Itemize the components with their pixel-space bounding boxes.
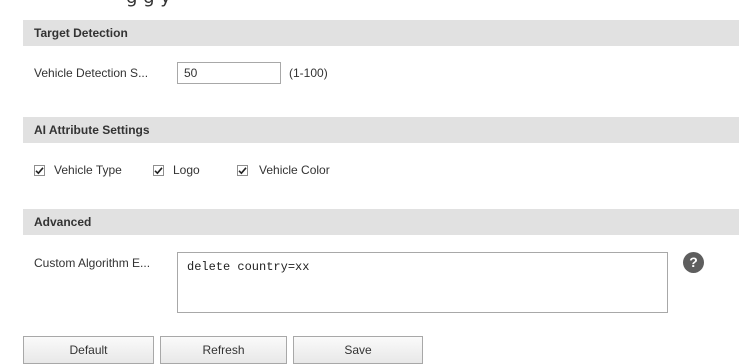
section-header-advanced: Advanced (23, 209, 739, 235)
sensitivity-range-hint: (1-100) (289, 66, 328, 80)
vehicle-color-label: Vehicle Color (259, 163, 330, 177)
vehicle-color-checkbox[interactable]: Vehicle Color (237, 163, 330, 177)
checkbox-checked-icon[interactable] (34, 164, 45, 176)
question-circle-icon[interactable]: ? (683, 252, 704, 273)
custom-algorithm-textarea[interactable]: delete country=xx (177, 252, 668, 313)
logo-label: Logo (173, 163, 200, 177)
vehicle-type-label: Vehicle Type (54, 163, 122, 177)
checkbox-checked-icon[interactable] (237, 164, 248, 176)
vehicle-detection-sensitivity-label: Vehicle Detection S... (34, 66, 149, 80)
custom-algorithm-label: Custom Algorithm E... (34, 256, 151, 270)
logo-checkbox[interactable]: Logo (153, 163, 200, 177)
checkbox-checked-icon[interactable] (153, 164, 164, 176)
vehicle-type-checkbox[interactable]: Vehicle Type (34, 163, 122, 177)
vehicle-detection-sensitivity-input[interactable] (177, 62, 281, 84)
partial-page-title: g g y (126, 0, 171, 8)
section-header-target-detection: Target Detection (23, 20, 739, 46)
section-header-ai-attribute-settings: AI Attribute Settings (23, 117, 739, 143)
